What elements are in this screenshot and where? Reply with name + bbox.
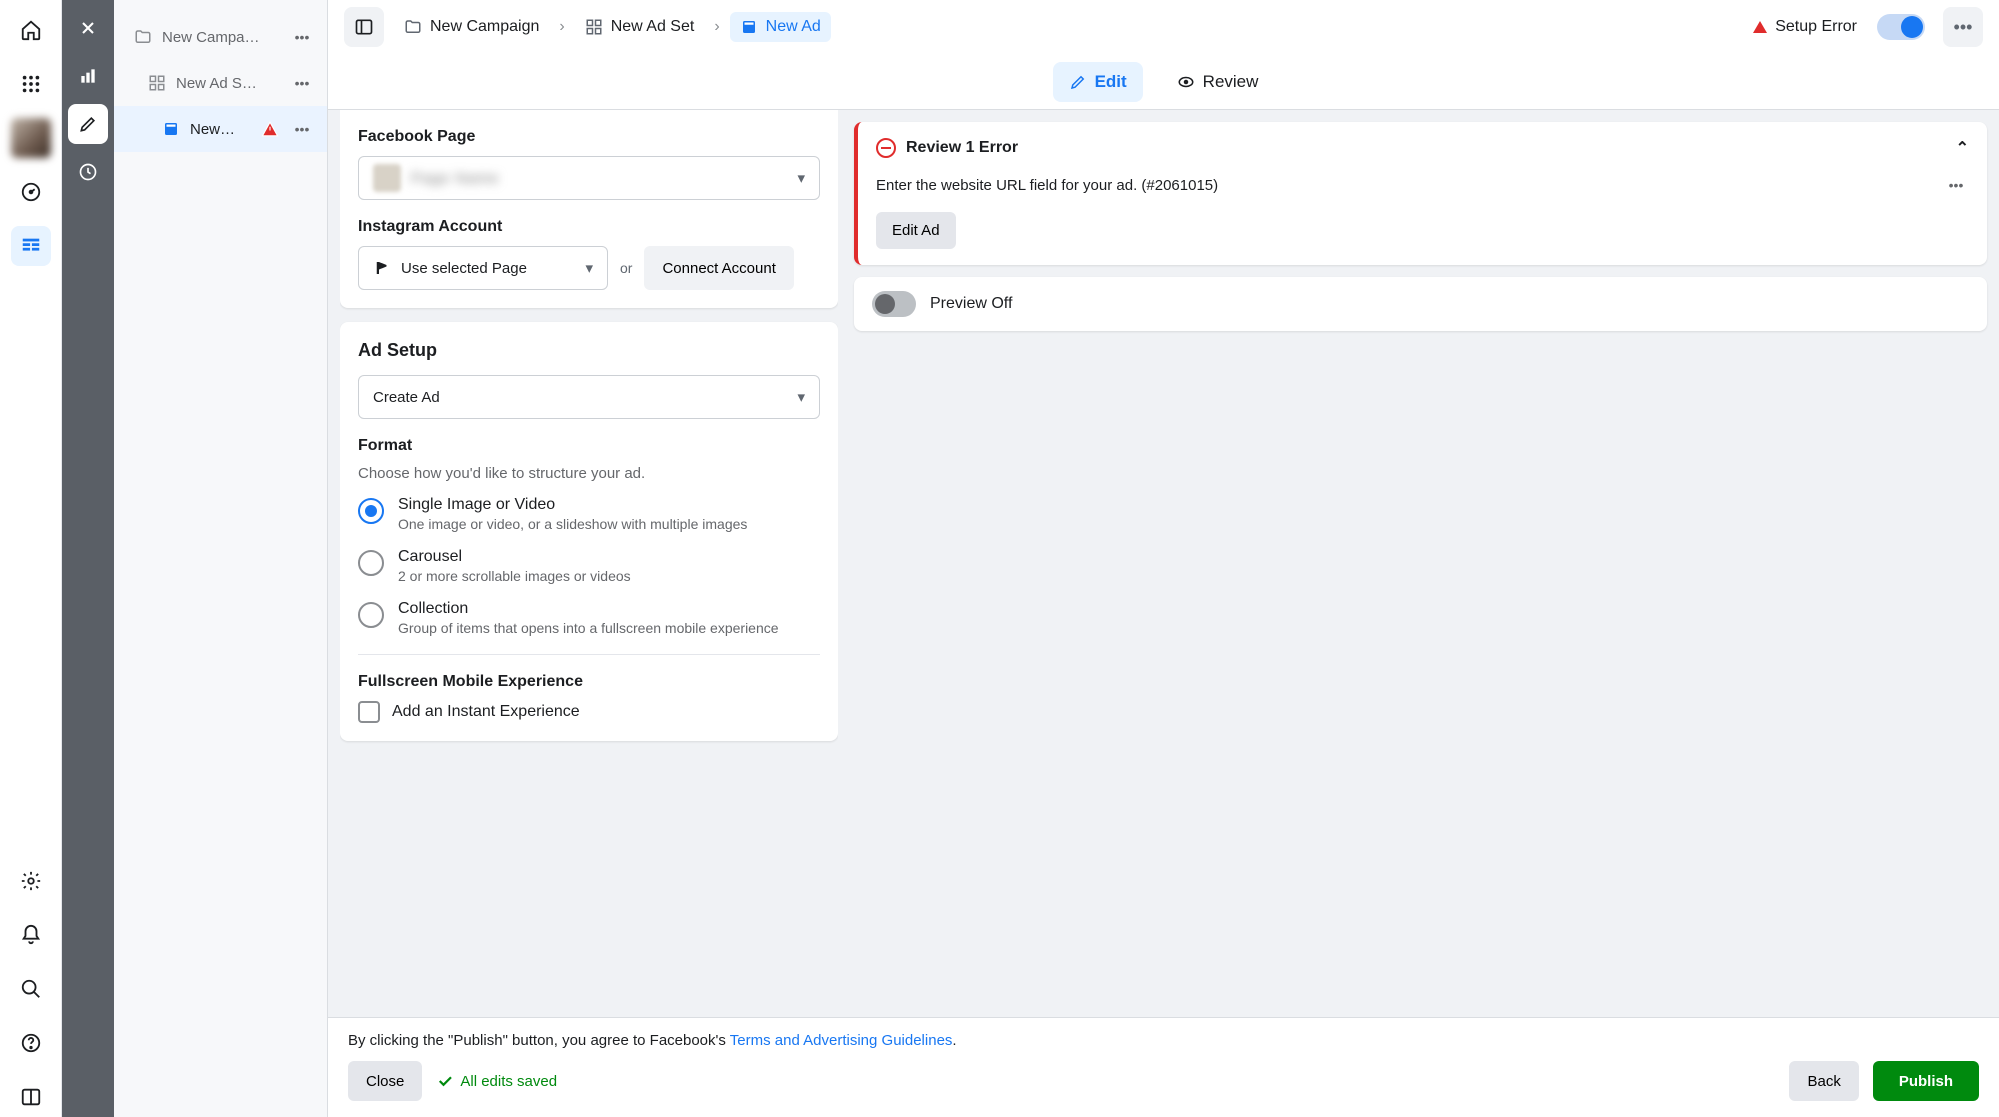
tree-ad[interactable]: New… ••• (114, 106, 327, 152)
setup-error-status: Setup Error (1753, 18, 1857, 36)
footer-text-a: By clicking the "Publish" button, you ag… (348, 1032, 730, 1049)
tree-ad-label: New… (190, 121, 251, 138)
format-single-desc: One image or video, or a slideshow with … (398, 516, 747, 532)
format-collection-radio[interactable]: Collection Group of items that opens int… (358, 600, 820, 636)
facebook-page-label: Facebook Page (358, 128, 820, 146)
instagram-account-select[interactable]: Use selected Page ▾ (358, 246, 608, 290)
error-menu[interactable]: ••• (1943, 172, 1969, 198)
notifications-icon[interactable] (11, 915, 51, 955)
chevron-right-icon: › (559, 18, 564, 36)
format-collection-label: Collection (398, 600, 779, 618)
chart-tab[interactable] (68, 56, 108, 96)
error-panel-title: Review 1 Error (906, 139, 1946, 157)
ad-active-toggle[interactable] (1877, 14, 1925, 40)
close-button[interactable]: Close (348, 1061, 422, 1101)
preview-label: Preview Off (930, 295, 1012, 313)
error-panel: Review 1 Error ⌃ Enter the website URL f… (854, 122, 1987, 265)
tree-ad-menu[interactable]: ••• (289, 116, 315, 142)
tree-campaign-menu[interactable]: ••• (289, 24, 315, 50)
instagram-select-value: Use selected Page (401, 260, 527, 277)
caret-down-icon: ▾ (797, 388, 805, 406)
back-button[interactable]: Back (1789, 1061, 1858, 1101)
instant-experience-checkbox[interactable] (358, 701, 380, 723)
saved-status: All edits saved (436, 1072, 557, 1090)
breadcrumb: New Campaign › New Ad Set › New Ad (394, 12, 1743, 42)
fullscreen-label: Fullscreen Mobile Experience (358, 673, 820, 691)
apps-icon[interactable] (11, 64, 51, 104)
format-carousel-label: Carousel (398, 548, 631, 566)
tree-adset[interactable]: New Ad S… ••• (114, 60, 327, 106)
caret-down-icon: ▾ (797, 169, 805, 187)
report-icon[interactable] (11, 1077, 51, 1117)
history-tab[interactable] (68, 152, 108, 192)
saved-label: All edits saved (460, 1073, 557, 1090)
home-icon[interactable] (11, 10, 51, 50)
ad-setup-mode-select[interactable]: Create Ad ▾ (358, 375, 820, 419)
facebook-page-select[interactable]: Page Name ▾ (358, 156, 820, 200)
tree-campaign-label: New Campa… (162, 29, 279, 46)
close-panel-button[interactable] (68, 8, 108, 48)
format-single-image-radio[interactable]: Single Image or Video One image or video… (358, 496, 820, 532)
format-carousel-radio[interactable]: Carousel 2 or more scrollable images or … (358, 548, 820, 584)
panel-toggle-button[interactable] (344, 7, 384, 47)
ad-setup-mode-value: Create Ad (373, 389, 440, 406)
format-carousel-desc: 2 or more scrollable images or videos (398, 568, 631, 584)
format-label: Format (358, 437, 820, 455)
tree-campaign[interactable]: New Campa… ••• (114, 14, 327, 60)
error-circle-icon (876, 138, 896, 158)
connect-account-button[interactable]: Connect Account (644, 246, 793, 290)
error-triangle-icon (1753, 21, 1767, 33)
breadcrumb-adset-label: New Ad Set (611, 18, 695, 36)
settings-icon[interactable] (11, 861, 51, 901)
facebook-page-value: Page Name (411, 170, 499, 187)
preview-card: Preview Off (854, 277, 1987, 331)
instagram-account-label: Instagram Account (358, 218, 820, 236)
ad-setup-title: Ad Setup (358, 340, 820, 361)
tab-review-label: Review (1203, 72, 1259, 92)
radio-icon (358, 550, 384, 576)
caret-down-icon: ▾ (585, 259, 593, 277)
format-description: Choose how you'd like to structure your … (358, 465, 820, 482)
tree-adset-menu[interactable]: ••• (289, 70, 315, 96)
or-text: or (620, 260, 632, 276)
edit-ad-button[interactable]: Edit Ad (876, 212, 956, 249)
edit-tab[interactable] (68, 104, 108, 144)
format-single-label: Single Image or Video (398, 496, 747, 514)
error-message: Enter the website URL field for your ad.… (876, 177, 1218, 194)
warning-icon (261, 120, 279, 138)
footer-text-b: . (952, 1032, 956, 1049)
radio-icon (358, 498, 384, 524)
breadcrumb-campaign-label: New Campaign (430, 18, 539, 36)
page-thumbnail (373, 164, 401, 192)
help-icon[interactable] (11, 1023, 51, 1063)
format-collection-desc: Group of items that opens into a fullscr… (398, 620, 779, 636)
breadcrumb-ad-label: New Ad (766, 18, 821, 36)
preview-toggle[interactable] (872, 291, 916, 317)
breadcrumb-adset[interactable]: New Ad Set (575, 12, 705, 42)
radio-icon (358, 602, 384, 628)
publish-button[interactable]: Publish (1873, 1061, 1979, 1101)
terms-link[interactable]: Terms and Advertising Guidelines (730, 1032, 953, 1049)
collapse-icon[interactable]: ⌃ (1956, 138, 1969, 158)
chevron-right-icon: › (714, 18, 719, 36)
search-icon[interactable] (11, 969, 51, 1009)
instant-experience-label: Add an Instant Experience (392, 703, 580, 721)
avatar[interactable] (11, 118, 51, 158)
dashboard-icon[interactable] (11, 172, 51, 212)
tree-adset-label: New Ad S… (176, 75, 279, 92)
breadcrumb-ad[interactable]: New Ad (730, 12, 831, 42)
ads-manager-icon[interactable] (11, 226, 51, 266)
more-menu-button[interactable]: ••• (1943, 7, 1983, 47)
tab-edit-label: Edit (1095, 72, 1127, 92)
tab-edit[interactable]: Edit (1053, 62, 1143, 102)
setup-error-label: Setup Error (1775, 18, 1857, 36)
footer-terms-text: By clicking the "Publish" button, you ag… (348, 1032, 1979, 1049)
breadcrumb-campaign[interactable]: New Campaign (394, 12, 549, 42)
tab-review[interactable]: Review (1161, 62, 1275, 102)
